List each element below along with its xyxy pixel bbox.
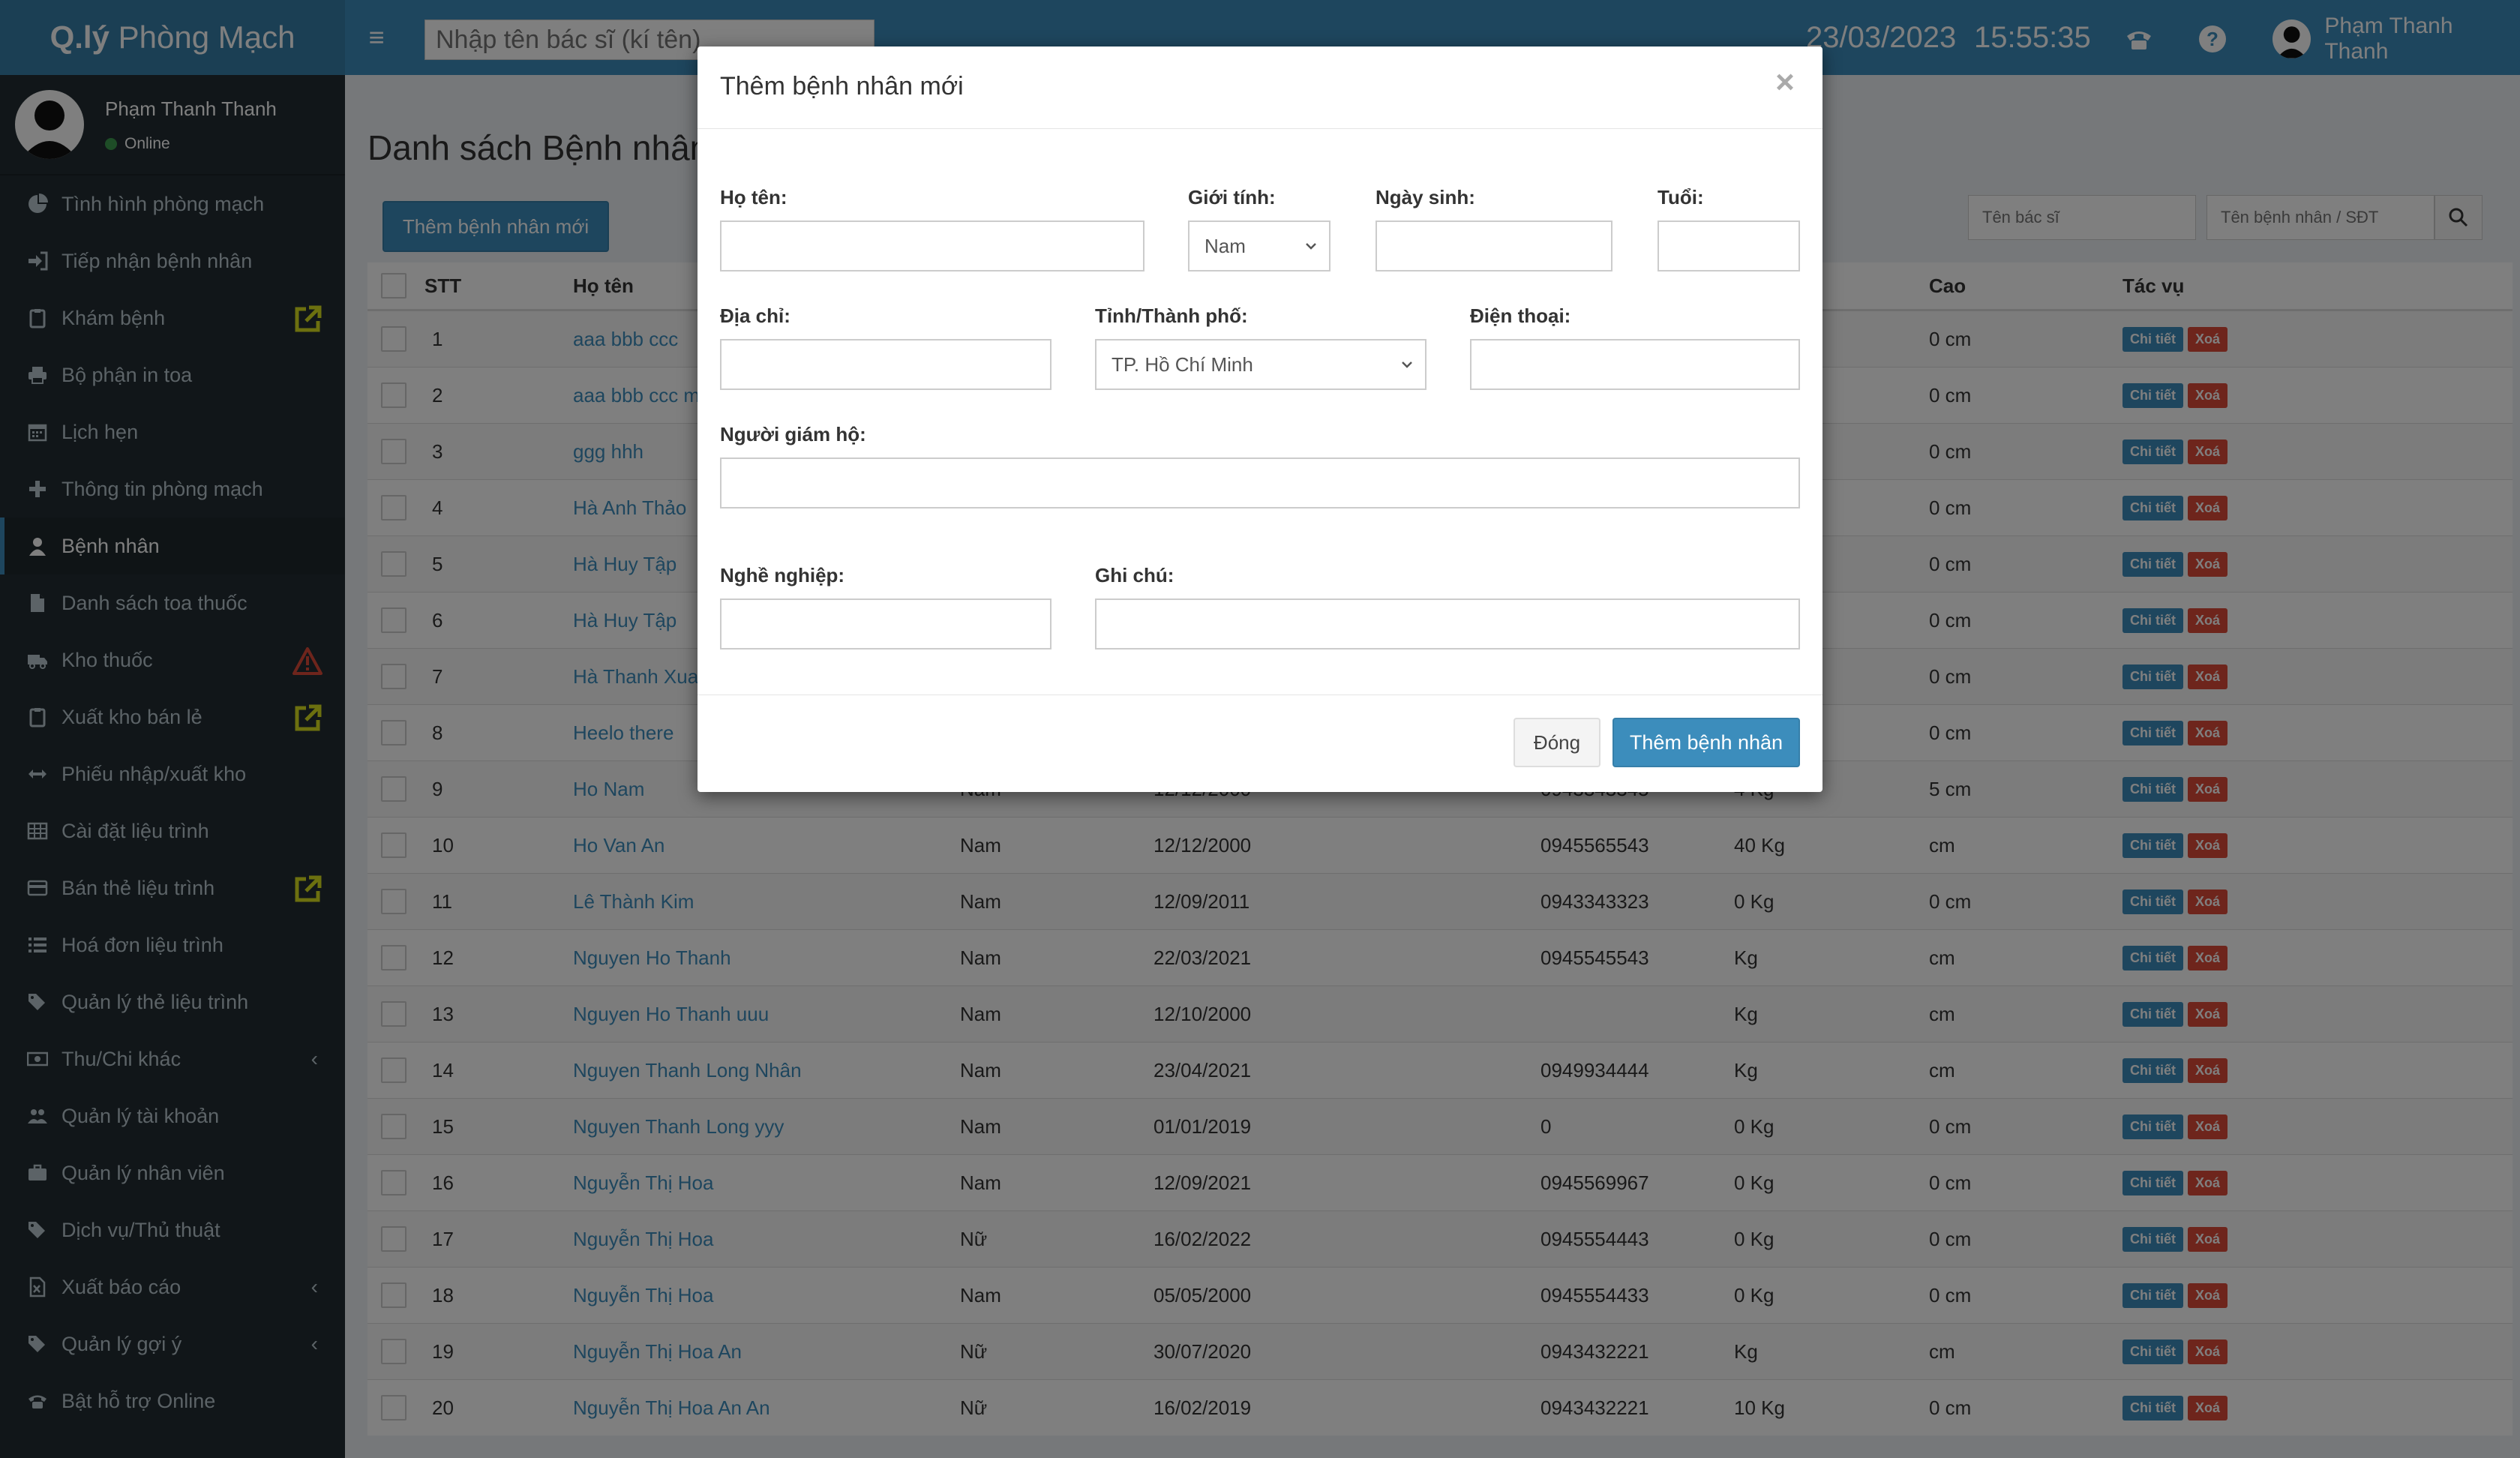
modal-header: Thêm bệnh nhân mới × <box>698 46 1822 129</box>
city-value: TP. Hồ Chí Minh <box>1112 352 1253 376</box>
label-note: Ghi chú: <box>1095 564 1174 586</box>
dob-input[interactable] <box>1376 220 1612 272</box>
phone-input[interactable] <box>1470 339 1800 390</box>
label-address: Địa chỉ: <box>720 304 790 327</box>
age-input[interactable] <box>1658 220 1800 272</box>
gender-value: Nam <box>1204 234 1246 257</box>
guardian-input[interactable] <box>720 458 1800 508</box>
add-patient-submit-button[interactable]: Thêm bệnh nhân <box>1612 718 1800 767</box>
label-age: Tuổi: <box>1658 186 1704 208</box>
label-name: Họ tên: <box>720 186 788 208</box>
close-icon[interactable]: × <box>1770 66 1800 99</box>
label-gender: Giới tính: <box>1188 186 1276 208</box>
label-guardian: Người giám hộ: <box>720 423 866 446</box>
job-input[interactable] <box>720 598 1052 650</box>
modal-footer: Đóng Thêm bệnh nhân <box>698 694 1822 792</box>
address-input[interactable] <box>720 339 1052 390</box>
modal-title: Thêm bệnh nhân mới <box>720 72 964 100</box>
label-dob: Ngày sinh: <box>1376 186 1475 208</box>
label-phone: Điện thoại: <box>1470 304 1571 327</box>
close-button[interactable]: Đóng <box>1514 718 1600 767</box>
city-select[interactable]: TP. Hồ Chí Minh <box>1095 339 1426 390</box>
add-patient-modal: Thêm bệnh nhân mới × Họ tên: Giới tính: … <box>698 46 1822 792</box>
label-job: Nghề nghiệp: <box>720 564 845 586</box>
chevron-down-icon <box>1306 243 1316 250</box>
chevron-down-icon <box>1402 362 1412 368</box>
name-input[interactable] <box>720 220 1144 272</box>
label-city: Tỉnh/Thành phố: <box>1095 304 1248 327</box>
note-input[interactable] <box>1095 598 1800 650</box>
gender-select[interactable]: Nam <box>1188 220 1330 272</box>
